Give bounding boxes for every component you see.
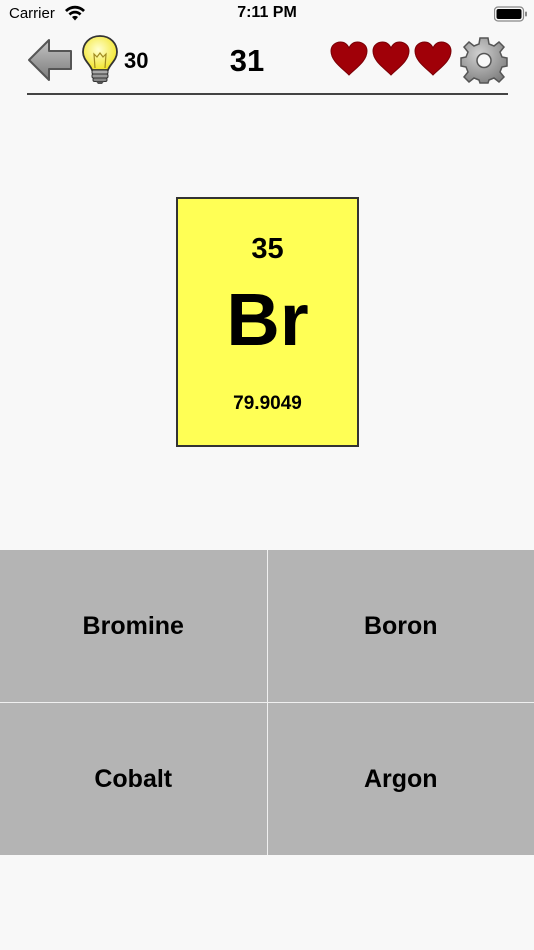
element-symbol: Br [226, 278, 309, 361]
heart-icon [414, 41, 452, 76]
atomic-mass: 79.9049 [233, 393, 302, 414]
clock: 7:11 PM [237, 4, 297, 21]
battery-icon [494, 6, 527, 22]
answer-grid: Bromine Boron Cobalt Argon [0, 550, 534, 855]
heart-icon [372, 41, 410, 76]
gear-icon[interactable] [460, 36, 508, 84]
atomic-number: 35 [251, 233, 284, 265]
answer-button-3[interactable]: Cobalt [0, 703, 267, 855]
answer-button-4[interactable]: Argon [267, 703, 534, 855]
answer-button-2[interactable]: Boron [267, 550, 534, 702]
element-card: 35 Br 79.9049 [176, 197, 359, 447]
header-divider [27, 93, 508, 95]
lives-indicator [330, 41, 452, 79]
answer-button-1[interactable]: Bromine [0, 550, 267, 702]
status-bar: Carrier 7:11 PM [0, 0, 534, 28]
heart-icon [330, 41, 368, 76]
